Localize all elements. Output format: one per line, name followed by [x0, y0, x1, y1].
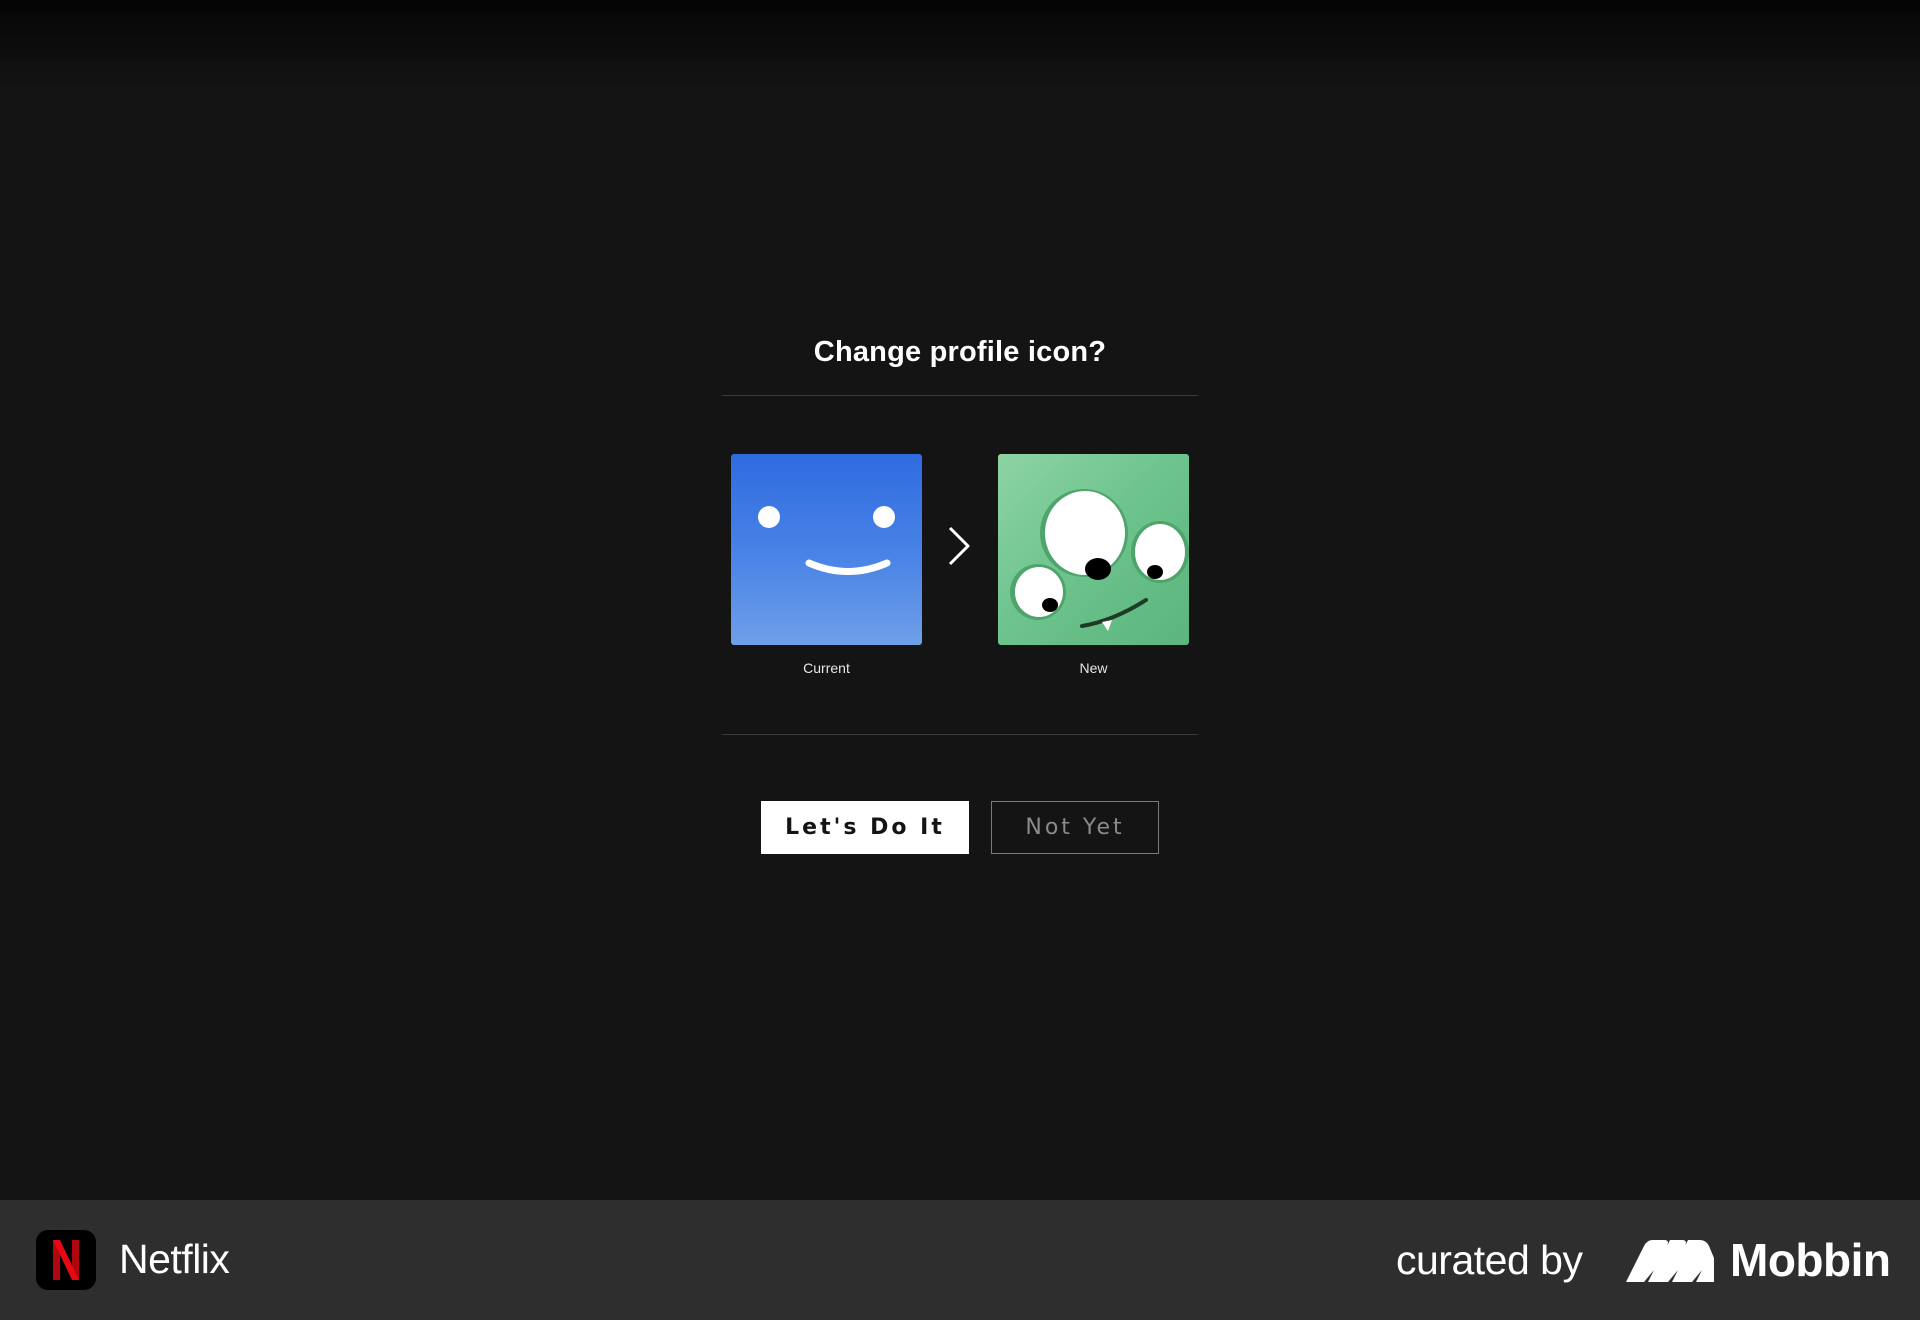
- footer-bar: Netflix curated by Mobbin: [0, 1200, 1920, 1320]
- chevron-right-icon: [948, 526, 970, 566]
- curated-by-label: curated by: [1396, 1237, 1583, 1283]
- three-eyed-monster-avatar-icon: [998, 454, 1189, 645]
- app-name: Netflix: [119, 1236, 230, 1282]
- lets-do-it-button[interactable]: Let's Do It: [761, 801, 969, 854]
- divider-bottom: [722, 734, 1198, 735]
- current-avatar-caption: Current: [803, 660, 850, 676]
- new-avatar-block: New: [998, 454, 1189, 676]
- current-avatar-block: Current: [731, 454, 922, 676]
- curator-name: Mobbin: [1730, 1234, 1891, 1286]
- dialog-title: Change profile icon?: [813, 336, 1107, 368]
- top-gradient: [0, 0, 1920, 90]
- netflix-n-logo-icon: [36, 1230, 96, 1290]
- profile-icon-change-screen: Change profile icon? Current New Let's D…: [0, 0, 1920, 1200]
- divider-top: [722, 395, 1198, 396]
- new-avatar-caption: New: [1079, 660, 1108, 676]
- smiley-face-avatar-icon: [731, 454, 922, 645]
- not-yet-button[interactable]: Not Yet: [991, 801, 1159, 854]
- mobbin-logo-icon: [1626, 1240, 1714, 1282]
